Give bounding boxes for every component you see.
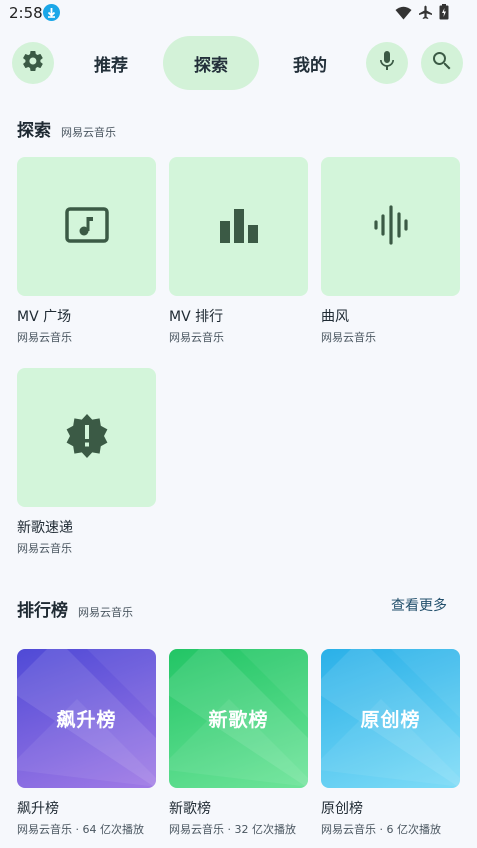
explore-section-subtitle: 网易云音乐 — [61, 126, 116, 139]
settings-button[interactable] — [12, 42, 54, 84]
voice-search-button[interactable] — [366, 42, 408, 84]
chart-card-title: 原创榜 — [321, 801, 363, 817]
explore-card-title: MV 排行 — [169, 309, 224, 325]
chart-card-new-songs[interactable]: 新歌榜 新歌榜 网易云音乐 · 32 亿次播放 — [169, 649, 308, 837]
explore-card-title: 新歌速递 — [17, 520, 73, 536]
explore-card-tile — [17, 157, 156, 296]
explore-section-title: 探索 — [17, 121, 51, 141]
search-icon — [430, 49, 454, 77]
chart-cover: 飙升榜 — [17, 649, 156, 788]
bar-chart-icon — [219, 207, 259, 247]
wifi-icon — [395, 5, 412, 24]
explore-card-title: 曲风 — [321, 309, 349, 325]
chart-card-original[interactable]: 原创榜 原创榜 网易云音乐 · 6 亿次播放 — [321, 649, 460, 837]
search-button[interactable] — [421, 42, 463, 84]
explore-card-mv-square[interactable]: MV 广场 网易云音乐 — [17, 157, 156, 345]
chart-card-soaring[interactable]: 飙升榜 飙升榜 网易云音乐 · 64 亿次播放 — [17, 649, 156, 837]
chart-cover-label: 飙升榜 — [56, 709, 117, 731]
chart-card-subtitle: 网易云音乐 · 6 亿次播放 — [321, 823, 441, 836]
download-icon — [43, 4, 60, 21]
chart-card-subtitle: 网易云音乐 · 64 亿次播放 — [17, 823, 144, 836]
explore-card-tile — [321, 157, 460, 296]
chart-cover-label: 新歌榜 — [208, 709, 269, 731]
explore-card-mv-ranking[interactable]: MV 排行 网易云音乐 — [169, 157, 308, 345]
view-more-link[interactable]: 查看更多 — [391, 595, 447, 615]
explore-card-subtitle: 网易云音乐 — [169, 331, 224, 344]
sound-wave-icon — [373, 204, 409, 249]
music-video-icon — [64, 206, 109, 247]
charts-section-header: 排行榜 网易云音乐 — [17, 596, 133, 621]
tab-mine[interactable]: 我的 — [279, 36, 341, 90]
gear-icon — [21, 49, 45, 77]
tab-explore-label: 探索 — [194, 55, 228, 76]
explore-card-subtitle: 网易云音乐 — [17, 331, 72, 344]
charts-section-title: 排行榜 — [17, 601, 68, 621]
explore-card-title: MV 广场 — [17, 309, 72, 325]
tab-mine-label: 我的 — [293, 55, 327, 76]
chart-cover: 原创榜 — [321, 649, 460, 788]
explore-card-new-songs[interactable]: 新歌速递 网易云音乐 — [17, 368, 156, 556]
tab-recommend-label: 推荐 — [94, 55, 128, 76]
status-time: 2:58 — [9, 4, 43, 22]
chart-card-title: 新歌榜 — [169, 801, 211, 817]
chart-card-title: 飙升榜 — [17, 801, 59, 817]
chart-card-subtitle: 网易云音乐 · 32 亿次播放 — [169, 823, 296, 836]
tab-explore[interactable]: 探索 — [163, 36, 259, 90]
microphone-icon — [375, 49, 399, 77]
explore-card-tile — [169, 157, 308, 296]
explore-section-header: 探索 网易云音乐 — [17, 116, 116, 141]
explore-card-subtitle: 网易云音乐 — [17, 542, 72, 555]
explore-card-genre[interactable]: 曲风 网易云音乐 — [321, 157, 460, 345]
battery-icon — [439, 4, 449, 24]
status-bar: 2:58 — [0, 0, 477, 28]
tab-recommend[interactable]: 推荐 — [80, 36, 142, 90]
chart-cover-label: 原创榜 — [360, 709, 421, 731]
explore-card-subtitle: 网易云音乐 — [321, 331, 376, 344]
top-navigation: 推荐 探索 我的 — [0, 36, 477, 92]
chart-cover: 新歌榜 — [169, 649, 308, 788]
new-release-icon — [65, 413, 109, 462]
airplane-mode-icon — [418, 5, 433, 24]
explore-card-tile — [17, 368, 156, 507]
charts-section-subtitle: 网易云音乐 — [78, 606, 133, 619]
